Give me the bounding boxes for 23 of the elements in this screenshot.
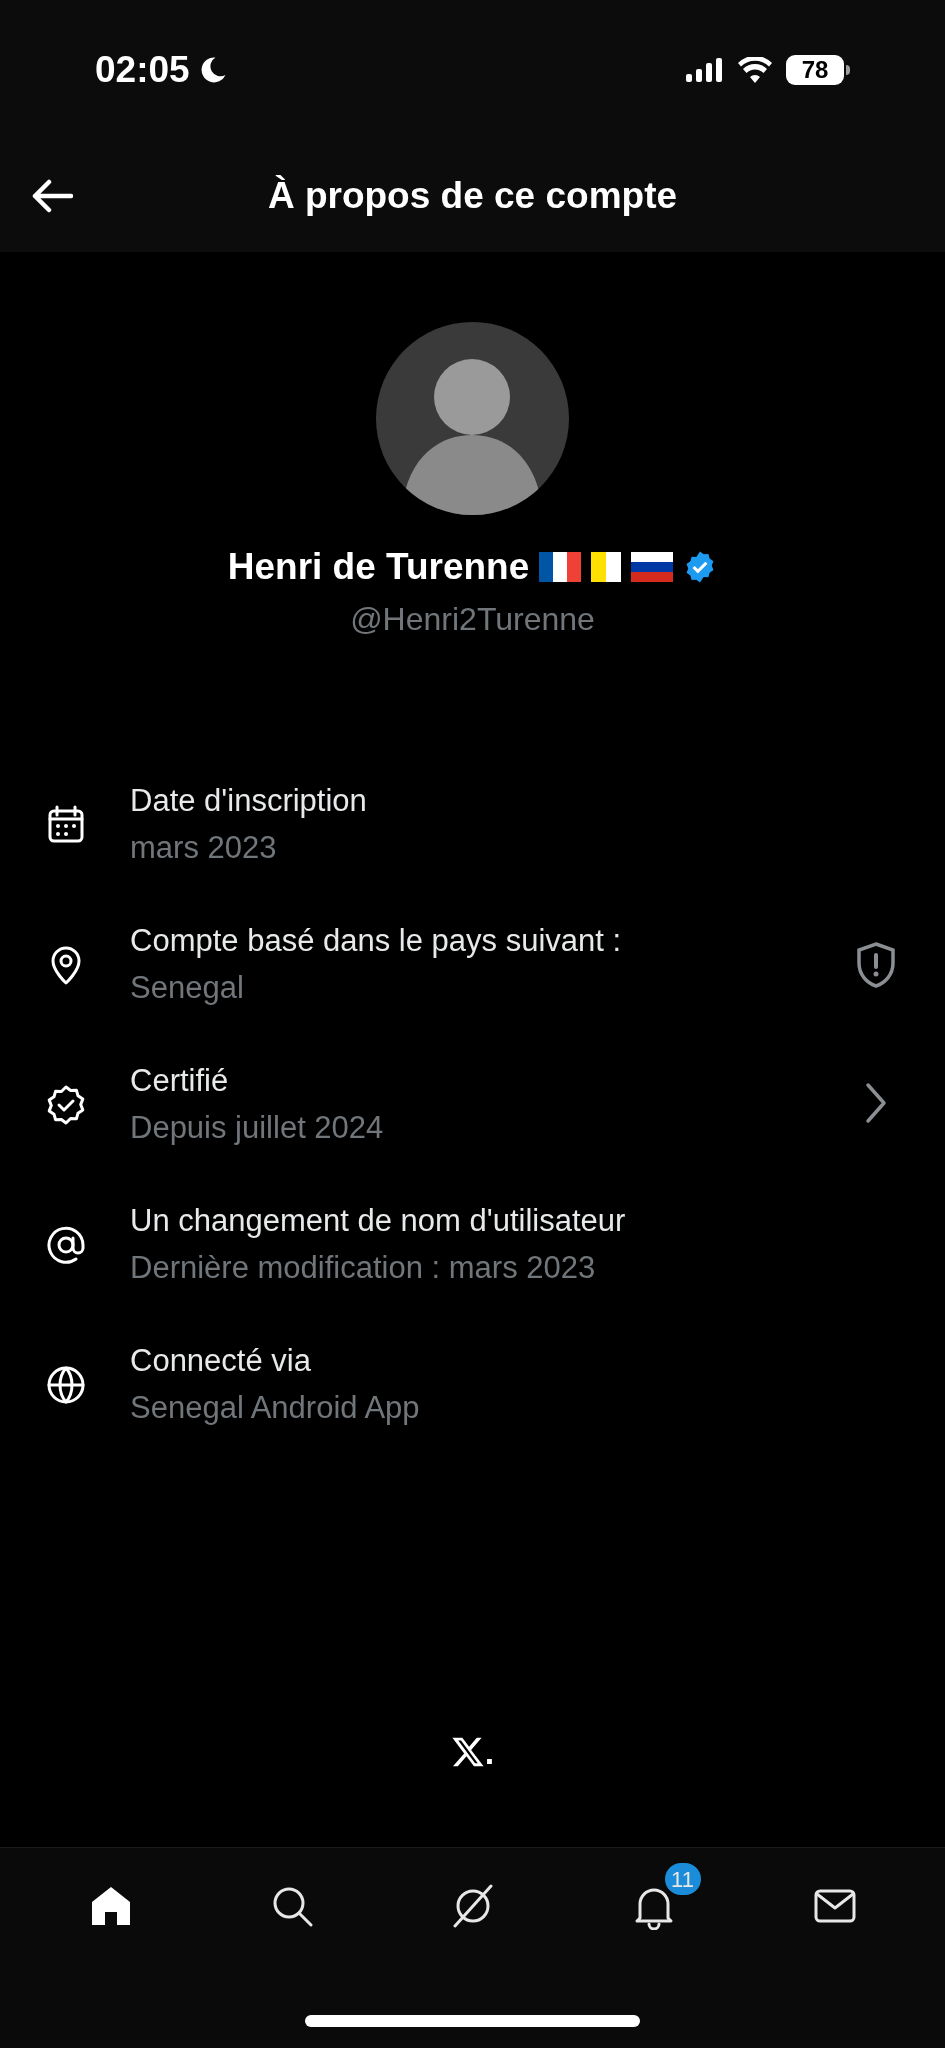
detail-value: Senegal	[130, 969, 245, 1007]
wifi-icon	[738, 57, 772, 83]
logo-dot: .	[484, 1735, 495, 1769]
detail-title: Date d'inscription	[130, 782, 368, 820]
flag-icon	[591, 552, 622, 582]
flag-icon	[631, 552, 674, 582]
signal-icon	[686, 58, 724, 82]
x-logo-icon	[450, 1735, 485, 1769]
shield-alert-icon	[854, 941, 898, 989]
detail-value: Depuis juillet 2024	[130, 1109, 385, 1147]
detail-value: Dernière modification : mars 2023	[130, 1249, 597, 1287]
profile-name: Henri de Turenne	[227, 545, 530, 590]
detail-title: Compte basé dans le pays suivant :	[130, 922, 623, 960]
flag-icon	[539, 552, 582, 582]
detail-title: Connecté via	[130, 1342, 312, 1380]
detail-value: Senegal Android App	[130, 1389, 421, 1427]
page-title: À propos de ce compte	[267, 174, 678, 219]
detail-title: Un changement de nom d'utilisateur	[130, 1202, 627, 1240]
detail-value: mars 2023	[130, 829, 278, 867]
status-time: 02:05	[95, 48, 190, 93]
detail-title: Certifié	[130, 1062, 230, 1100]
chevron-right-icon	[863, 1081, 889, 1125]
profile-handle: @Henri2Turenne	[350, 600, 595, 639]
